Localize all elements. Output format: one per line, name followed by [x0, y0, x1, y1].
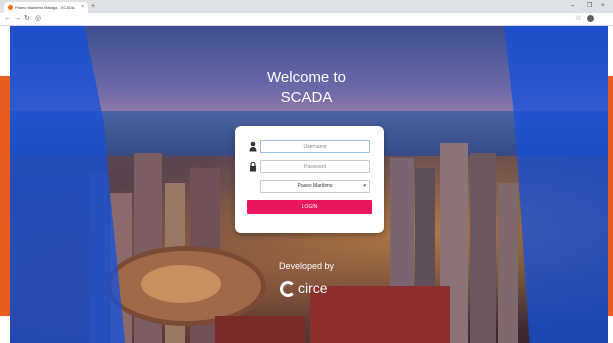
welcome-line-2: SCADA	[280, 89, 333, 106]
tab-strip: Paseo Marítimo Málaga - SCADA × + – ❐ ×	[0, 0, 613, 13]
bullring	[106, 246, 266, 326]
tab-title: Paseo Marítimo Málaga - SCADA	[15, 5, 75, 10]
site-row: Paseo Marítimo ▾	[247, 180, 372, 193]
site-select-value: Paseo Marítimo	[297, 183, 333, 189]
maximize-button[interactable]: ❐	[587, 1, 592, 11]
login-page: Welcome to SCADA Paseo Marítimo ▾ LOGIN …	[0, 26, 613, 343]
new-tab-button[interactable]: +	[91, 2, 95, 11]
lock-icon	[250, 161, 256, 172]
circe-logo-icon	[280, 281, 296, 298]
welcome-line-1: Welcome to	[267, 69, 346, 86]
building	[470, 153, 496, 343]
browser-toolbar: ← → ↻ ◎ ☆	[0, 13, 613, 26]
forward-icon[interactable]: →	[14, 14, 21, 24]
window-close-button[interactable]: ×	[601, 1, 605, 11]
welcome-heading: Welcome to SCADA	[0, 68, 613, 108]
circe-logo: circe	[280, 276, 328, 300]
reload-icon[interactable]: ↻	[24, 14, 30, 24]
user-icon	[249, 141, 257, 152]
username-input[interactable]	[260, 140, 370, 153]
chevron-down-icon: ▾	[363, 183, 366, 189]
minimize-button[interactable]: –	[571, 1, 574, 11]
favicon-icon	[8, 5, 13, 10]
login-card: Paseo Marítimo ▾ LOGIN	[235, 126, 384, 233]
login-button[interactable]: LOGIN	[247, 200, 372, 214]
password-row	[247, 160, 372, 173]
site-select[interactable]: Paseo Marítimo ▾	[260, 180, 370, 193]
back-icon[interactable]: ←	[4, 14, 11, 24]
password-input[interactable]	[260, 160, 370, 173]
browser-tab[interactable]: Paseo Marítimo Málaga - SCADA ×	[4, 2, 88, 13]
red-roof	[310, 286, 450, 343]
profile-avatar[interactable]	[587, 15, 594, 22]
circe-logo-text: circe	[298, 280, 328, 296]
site-info-icon[interactable]: ◎	[35, 14, 41, 24]
username-row	[247, 140, 372, 153]
developed-by-label: Developed by	[278, 261, 335, 271]
tab-close-icon[interactable]: ×	[81, 3, 84, 12]
bookmark-star-icon[interactable]: ☆	[575, 14, 581, 24]
red-roof	[215, 316, 305, 343]
